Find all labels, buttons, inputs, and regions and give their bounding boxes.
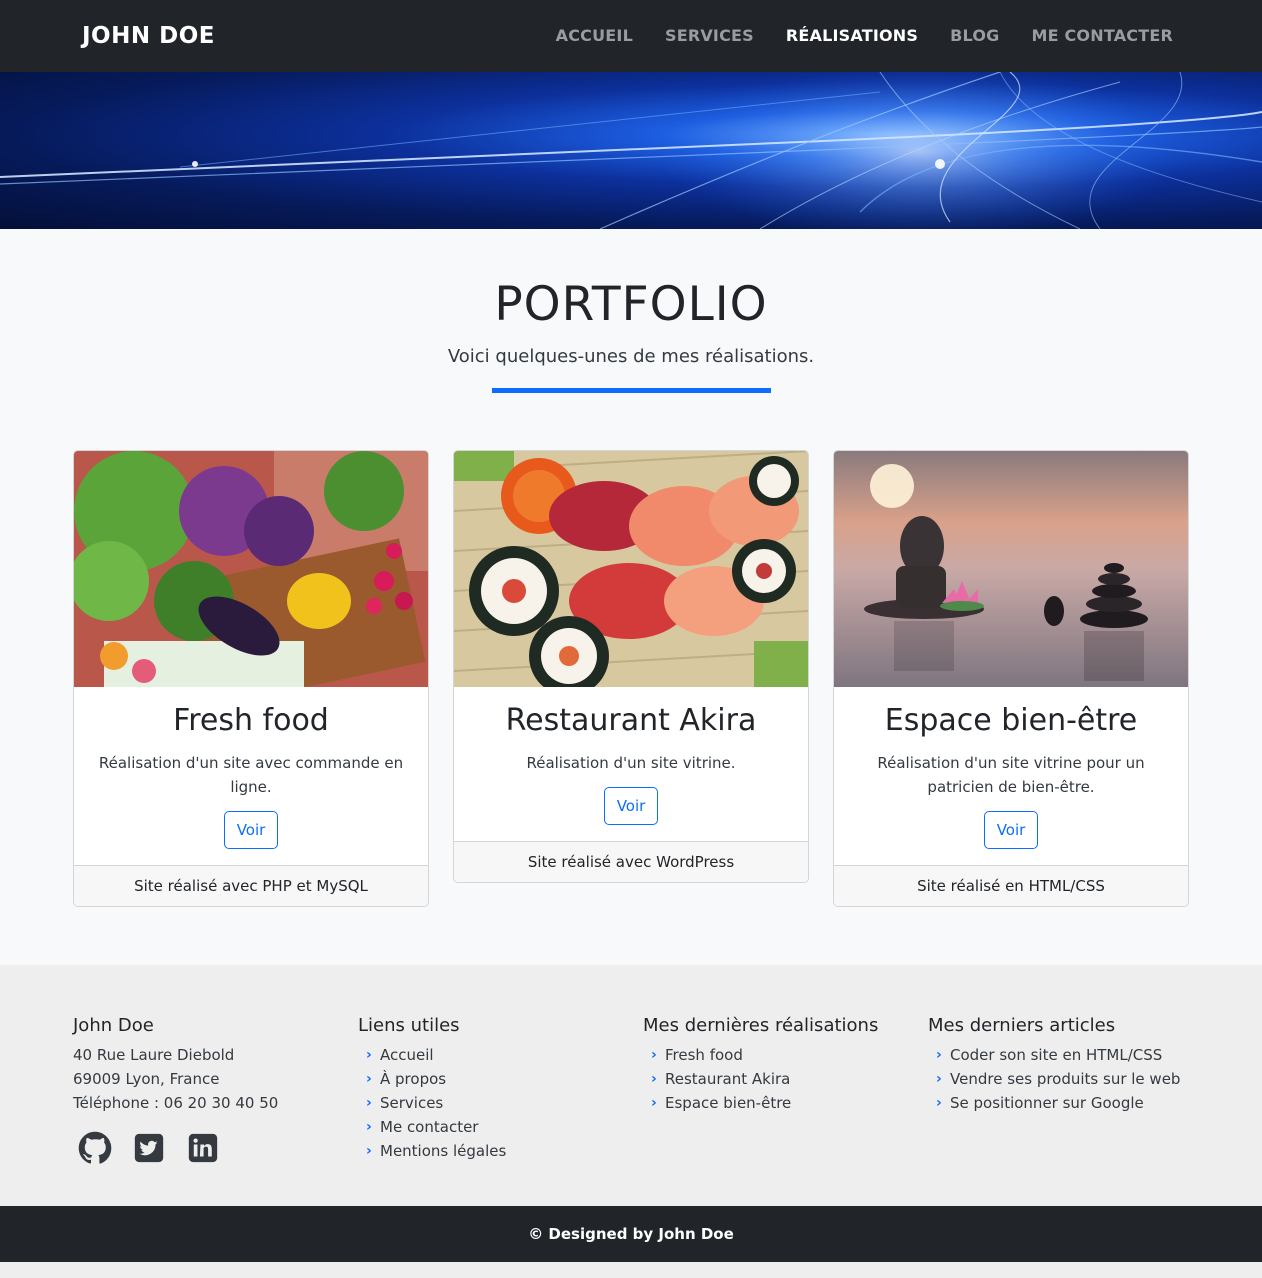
footer-link-label: Services <box>380 1094 444 1112</box>
nav-link-contact[interactable]: ME CONTACTER <box>1031 24 1173 48</box>
portfolio-card-espace-bien-etre: Espace bien-être Réalisation d'un site v… <box>833 450 1189 907</box>
card-description: Réalisation d'un site avec commande en l… <box>98 754 404 796</box>
footer-latest-works: Mes dernières réalisations › Fresh food ›… <box>643 1013 878 1115</box>
buddha-zen-stones-photo <box>834 451 1188 687</box>
footer-link-mentions[interactable]: › Mentions légales <box>358 1139 506 1163</box>
footer-useful-links: Liens utiles › Accueil › À propos › Service… <box>358 1013 506 1163</box>
chevron-right-icon: › <box>936 1095 942 1111</box>
view-button[interactable]: Voir <box>223 811 279 849</box>
footer-article-2[interactable]: › Vendre ses produits sur le web <box>928 1067 1180 1091</box>
page-title: PORTFOLIO <box>494 277 768 332</box>
footer-link-label: Espace bien-être <box>665 1094 792 1112</box>
footer-contact: John Doe 40 Rue Laure Diebold 69009 Lyon… <box>73 1013 278 1115</box>
footer-link-label: Accueil <box>380 1046 434 1064</box>
hero-light-streaks <box>0 72 1262 229</box>
card-footer: Site réalisé avec WordPress <box>454 841 808 882</box>
nav-link-accueil[interactable]: ACCUEIL <box>556 24 633 48</box>
footer-link-label: Coder son site en HTML/CSS <box>950 1046 1163 1064</box>
card-description: Réalisation d'un site vitrine. <box>526 754 736 772</box>
nav-link-realisations[interactable]: RÉALISATIONS <box>786 24 918 48</box>
sushi-platter-photo <box>454 451 808 687</box>
site-footer: John Doe 40 Rue Laure Diebold 69009 Lyon… <box>0 965 1262 1206</box>
brand-logo[interactable]: JOHN DOE <box>82 20 215 52</box>
footer-work-akira[interactable]: › Restaurant Akira <box>643 1067 878 1091</box>
address-line-1: 40 Rue Laure Diebold <box>73 1046 235 1064</box>
footer-heading: Mes derniers articles <box>928 1015 1116 1036</box>
page-subtitle: Voici quelques-unes de mes réalisations. <box>447 346 815 367</box>
portfolio-section: PORTFOLIO Voici quelques-unes de mes réa… <box>0 229 1262 965</box>
portfolio-card-restaurant-akira: Restaurant Akira Réalisation d'un site v… <box>453 450 809 883</box>
view-button[interactable]: Voir <box>603 787 659 825</box>
chevron-right-icon: › <box>366 1143 372 1159</box>
footer-article-3[interactable]: › Se positionner sur Google <box>928 1091 1180 1115</box>
card-description: Réalisation d'un site vitrine pour un pa… <box>877 754 1145 796</box>
card-title: Restaurant Akira <box>505 703 757 738</box>
chevron-right-icon: › <box>651 1047 657 1063</box>
chevron-right-icon: › <box>366 1047 372 1063</box>
address-line-2: 69009 Lyon, France <box>73 1070 220 1088</box>
chevron-right-icon: › <box>651 1071 657 1087</box>
footer-link-services[interactable]: › Services <box>358 1091 506 1115</box>
top-navbar: JOHN DOE ACCUEIL SERVICES RÉALISATIONS B… <box>0 0 1262 72</box>
footer-link-label: Restaurant Akira <box>665 1070 791 1088</box>
footer-link-label: À propos <box>380 1070 447 1088</box>
footer-link-label: Se positionner sur Google <box>950 1094 1144 1112</box>
footer-work-bien-etre[interactable]: › Espace bien-être <box>643 1091 878 1115</box>
twitter-icon[interactable] <box>132 1131 166 1165</box>
view-button[interactable]: Voir <box>983 811 1039 849</box>
footer-latest-articles: Mes derniers articles › Coder son site en… <box>928 1013 1180 1115</box>
main-nav: ACCUEIL SERVICES RÉALISATIONS BLOG ME CO… <box>556 24 1173 48</box>
portfolio-card-fresh-food: Fresh food Réalisation d'un site avec co… <box>73 450 429 907</box>
footer-link-accueil[interactable]: › Accueil <box>358 1043 506 1067</box>
card-title: Fresh food <box>173 703 329 738</box>
chevron-right-icon: › <box>936 1071 942 1087</box>
footer-link-label: Fresh food <box>665 1046 743 1064</box>
card-title: Espace bien-être <box>884 703 1138 738</box>
footer-heading: John Doe <box>73 1015 154 1036</box>
footer-article-1[interactable]: › Coder son site en HTML/CSS <box>928 1043 1180 1067</box>
footer-link-contact[interactable]: › Me contacter <box>358 1115 506 1139</box>
github-icon[interactable] <box>78 1131 112 1165</box>
chevron-right-icon: › <box>936 1047 942 1063</box>
footer-link-label: Me contacter <box>380 1118 479 1136</box>
hero-banner <box>0 72 1262 229</box>
footer-link-a-propos[interactable]: › À propos <box>358 1067 506 1091</box>
copyright-bar: © Designed by John Doe <box>0 1206 1262 1262</box>
card-footer: Site réalisé en HTML/CSS <box>834 865 1188 906</box>
title-divider <box>492 388 771 393</box>
footer-link-label: Mentions légales <box>380 1142 507 1160</box>
footer-heading: Liens utiles <box>358 1015 460 1036</box>
footer-link-label: Vendre ses produits sur le web <box>950 1070 1181 1088</box>
phone-number: Téléphone : 06 20 30 40 50 <box>73 1094 279 1112</box>
chevron-right-icon: › <box>366 1071 372 1087</box>
social-links <box>78 1131 220 1165</box>
nav-link-services[interactable]: SERVICES <box>665 24 754 48</box>
chevron-right-icon: › <box>366 1095 372 1111</box>
footer-heading: Mes dernières réalisations <box>643 1015 879 1036</box>
chevron-right-icon: › <box>651 1095 657 1111</box>
nav-link-blog[interactable]: BLOG <box>950 24 999 48</box>
linkedin-icon[interactable] <box>186 1131 220 1165</box>
footer-work-fresh-food[interactable]: › Fresh food <box>643 1043 878 1067</box>
card-footer: Site réalisé avec PHP et MySQL <box>74 865 428 906</box>
vegetables-basket-photo <box>74 451 428 687</box>
chevron-right-icon: › <box>366 1119 372 1135</box>
